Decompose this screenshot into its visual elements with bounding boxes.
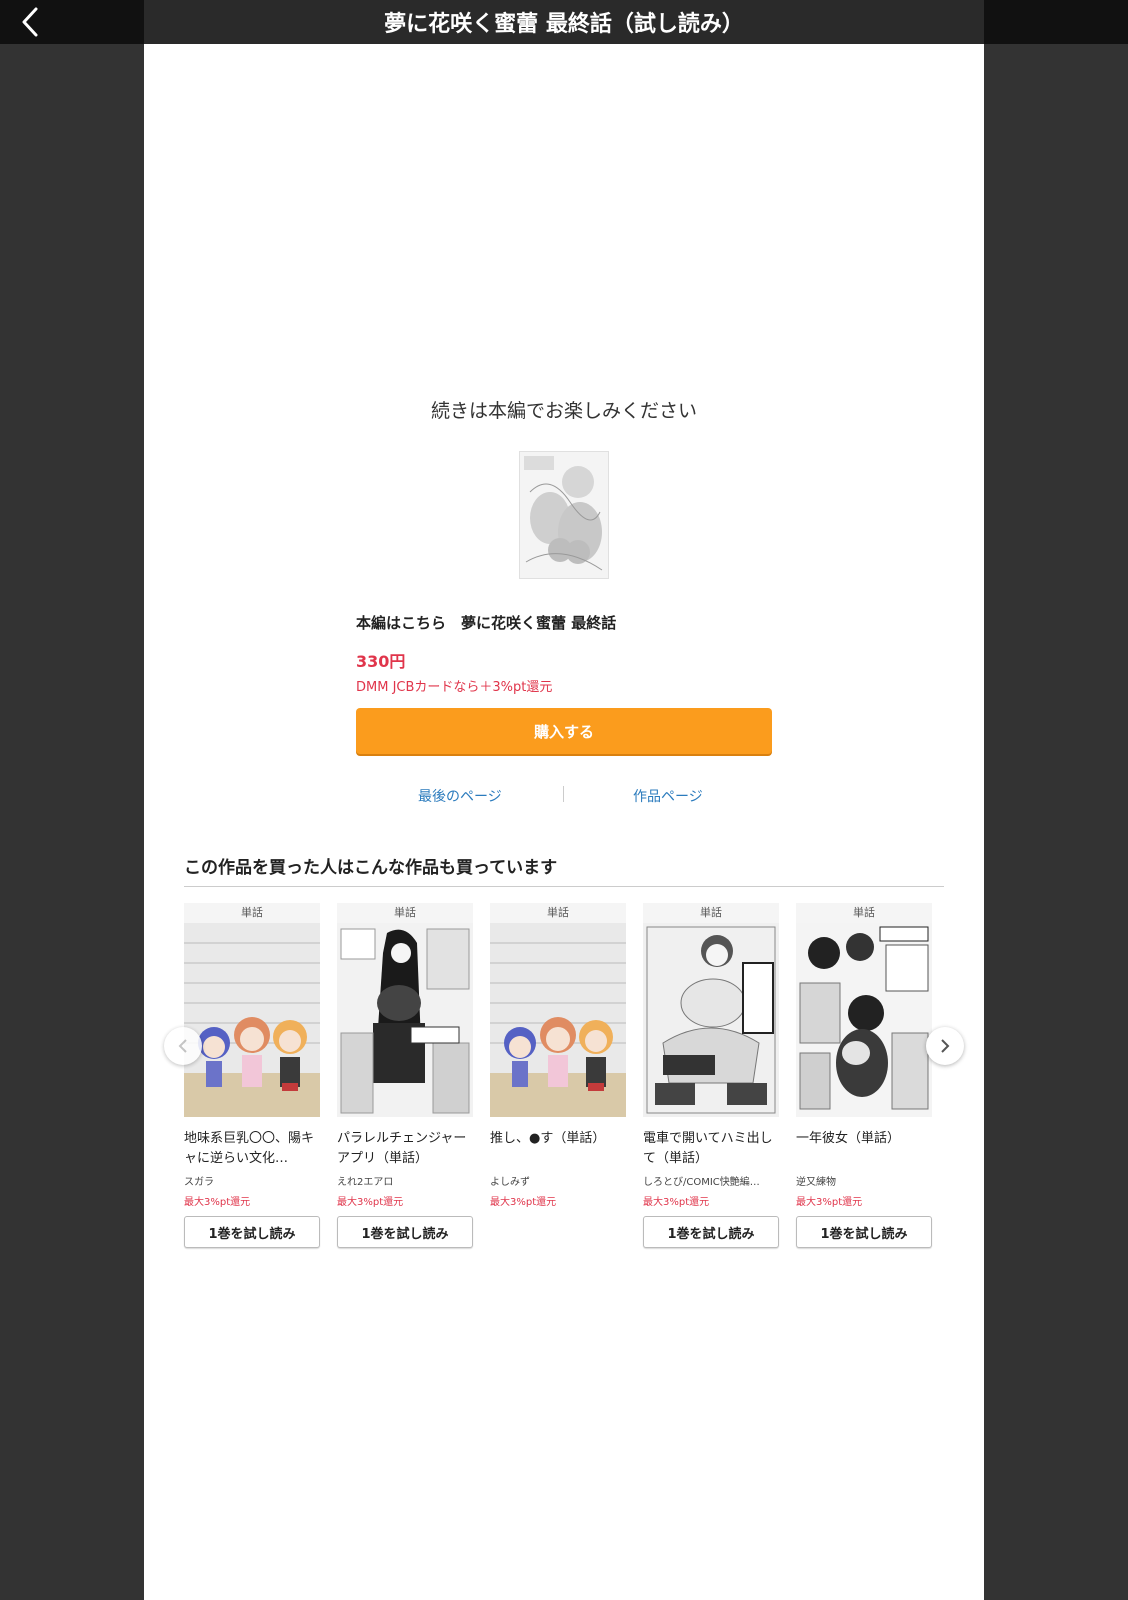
try-read-button[interactable]: 1巻を試し読み [337, 1216, 473, 1248]
card-thumbnail[interactable]: 単話 [643, 903, 779, 1117]
recommendations-carousel: 単話 地味系巨乳〇〇、陽キャに逆らい文化… スガラ 最大3%pt還元 1巻を試し… [184, 903, 944, 1303]
chevron-left-icon [22, 7, 38, 37]
card-points: 最大3%pt還元 [796, 1197, 863, 1208]
card-thumbnail[interactable]: 単話 [184, 903, 320, 1117]
recommendation-card[interactable]: 単話 パラレルチェンジャーアプリ（単話） えれ2エアロ 最大3%pt還元 1巻を… [337, 903, 473, 1248]
card-badge: 単話 [643, 903, 779, 923]
last-page-link[interactable]: 最後のページ [418, 786, 502, 806]
try-read-button[interactable]: 1巻を試し読み [184, 1216, 320, 1248]
card-author[interactable]: 逆又練物 [796, 1173, 932, 1188]
try-read-button[interactable]: 1巻を試し読み [643, 1216, 779, 1248]
card-author[interactable]: よしみず [490, 1173, 626, 1188]
product-title: 本編はこちら 夢に花咲く蜜蕾 最終話 [356, 614, 617, 632]
recommendations-heading: この作品を買った人はこんな作品も買っています [184, 858, 558, 878]
chibi-girls-image [184, 923, 320, 1117]
card-points: 最大3%pt還元 [643, 1197, 710, 1208]
recommendation-card[interactable]: 単話 電車で開いてハミ出して（単話） しろとび/COMIC快艶編… 最大3%pt… [643, 903, 779, 1248]
manga-cover-image [643, 923, 779, 1117]
card-title[interactable]: 地味系巨乳〇〇、陽キャに逆らい文化… [184, 1129, 320, 1169]
card-points: 最大3%pt還元 [184, 1197, 251, 1208]
back-button[interactable] [14, 6, 46, 38]
card-badge: 単話 [796, 903, 932, 923]
manga-cover-image [796, 923, 932, 1117]
card-badge: 単話 [337, 903, 473, 923]
chevron-left-icon [178, 1039, 187, 1053]
buy-button[interactable]: 購入する [356, 708, 772, 754]
manga-cover-image [337, 923, 473, 1117]
card-badge: 単話 [184, 903, 320, 923]
recommendations-divider [184, 886, 944, 887]
point-rebate-note: DMM JCBカードなら＋3%pt還元 [356, 680, 553, 695]
end-of-preview-page: 続きは本編でお楽しみください 本編はこちら 夢に花咲く蜜蕾 最終話 330円 D… [144, 44, 984, 1600]
work-page-link[interactable]: 作品ページ [633, 786, 703, 806]
product-cover-image[interactable] [519, 451, 609, 579]
chevron-right-icon [941, 1039, 950, 1053]
card-title[interactable]: 電車で開いてハミ出して（単話） [643, 1129, 779, 1169]
chibi-girls-image [490, 923, 626, 1117]
card-title[interactable]: 一年彼女（単話） [796, 1129, 932, 1169]
recommendation-card[interactable]: 単話 地味系巨乳〇〇、陽キャに逆らい文化… スガラ 最大3%pt還元 1巻を試し… [184, 903, 320, 1248]
card-points: 最大3%pt還元 [337, 1197, 404, 1208]
card-title[interactable]: パラレルチェンジャーアプリ（単話） [337, 1129, 473, 1169]
card-author[interactable]: スガラ [184, 1173, 320, 1188]
card-author[interactable]: えれ2エアロ [337, 1173, 473, 1188]
card-thumbnail[interactable]: 単話 [796, 903, 932, 1117]
continue-message: 続きは本編でお楽しみください [430, 400, 697, 422]
recommendation-card[interactable]: 単話 推し、●す（単話） よしみず 最大3%pt還元 [490, 903, 626, 1208]
carousel-prev-button[interactable] [164, 1027, 202, 1065]
card-thumbnail[interactable]: 単話 [490, 903, 626, 1117]
card-title[interactable]: 推し、●す（単話） [490, 1129, 626, 1169]
link-divider [563, 786, 564, 802]
page-title: 夢に花咲く蜜蕾 最終話（試し読み） [144, 0, 984, 44]
carousel-next-button[interactable] [926, 1027, 964, 1065]
try-read-button[interactable]: 1巻を試し読み [796, 1216, 932, 1248]
card-badge: 単話 [490, 903, 626, 923]
card-thumbnail[interactable]: 単話 [337, 903, 473, 1117]
recommendation-card[interactable]: 単話 一年彼女（単話） 逆又練物 最大3%pt還元 1巻を試し読み [796, 903, 932, 1248]
card-points: 最大3%pt還元 [490, 1197, 557, 1208]
product-price: 330円 [356, 652, 406, 671]
card-author[interactable]: しろとび/COMIC快艶編… [643, 1173, 779, 1188]
